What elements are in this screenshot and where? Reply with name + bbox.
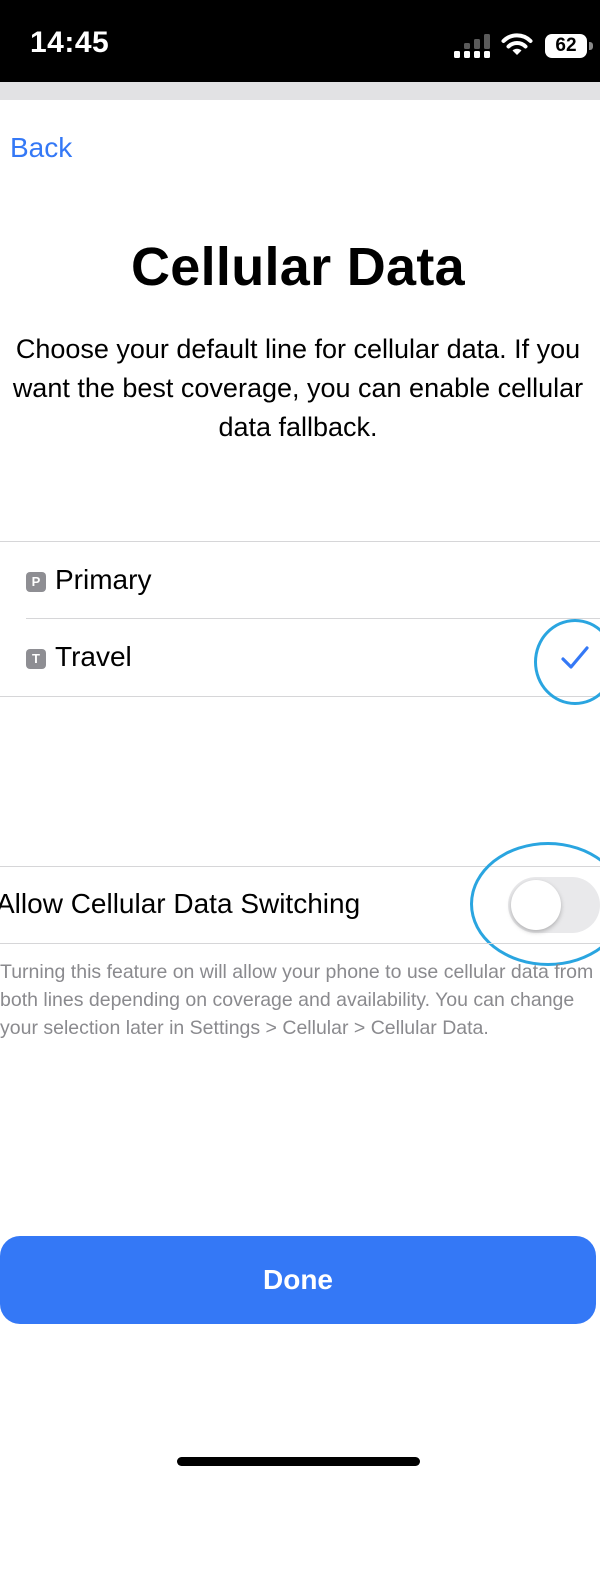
- checkmark-icon: [561, 646, 589, 669]
- line-option-travel[interactable]: T Travel: [0, 619, 600, 696]
- line-option-primary[interactable]: P Primary: [0, 542, 600, 619]
- switch-divider-top: [0, 866, 600, 867]
- battery-icon: 62: [545, 34, 593, 58]
- back-button[interactable]: Back: [10, 132, 72, 164]
- line-label: Primary: [55, 564, 152, 595]
- line-badge-icon: P: [26, 572, 46, 592]
- page-description: Choose your default line for cellular da…: [12, 334, 584, 442]
- battery-level: 62: [545, 34, 587, 58]
- done-button[interactable]: Done: [0, 1236, 596, 1324]
- list-divider-bottom: [0, 696, 600, 697]
- cellular-signal-icon: [454, 34, 490, 58]
- page-title: Cellular Data: [130, 237, 466, 297]
- switch-divider-bottom: [0, 943, 600, 944]
- switching-footnote: Turning this feature on will allow your …: [0, 961, 594, 1039]
- cellular-data-switching-toggle[interactable]: [508, 877, 600, 933]
- wifi-icon: [501, 33, 533, 55]
- home-indicator: [177, 1457, 420, 1466]
- toggle-knob: [511, 880, 561, 930]
- switch-label: Allow Cellular Data Switching: [0, 888, 361, 919]
- line-label: Travel: [55, 641, 132, 672]
- status-time: 14:45: [30, 26, 110, 59]
- battery-tip: [589, 42, 593, 50]
- status-bar: 14:45 62: [0, 0, 600, 82]
- line-badge-icon: T: [26, 649, 46, 669]
- sheet-top-band: [0, 82, 600, 100]
